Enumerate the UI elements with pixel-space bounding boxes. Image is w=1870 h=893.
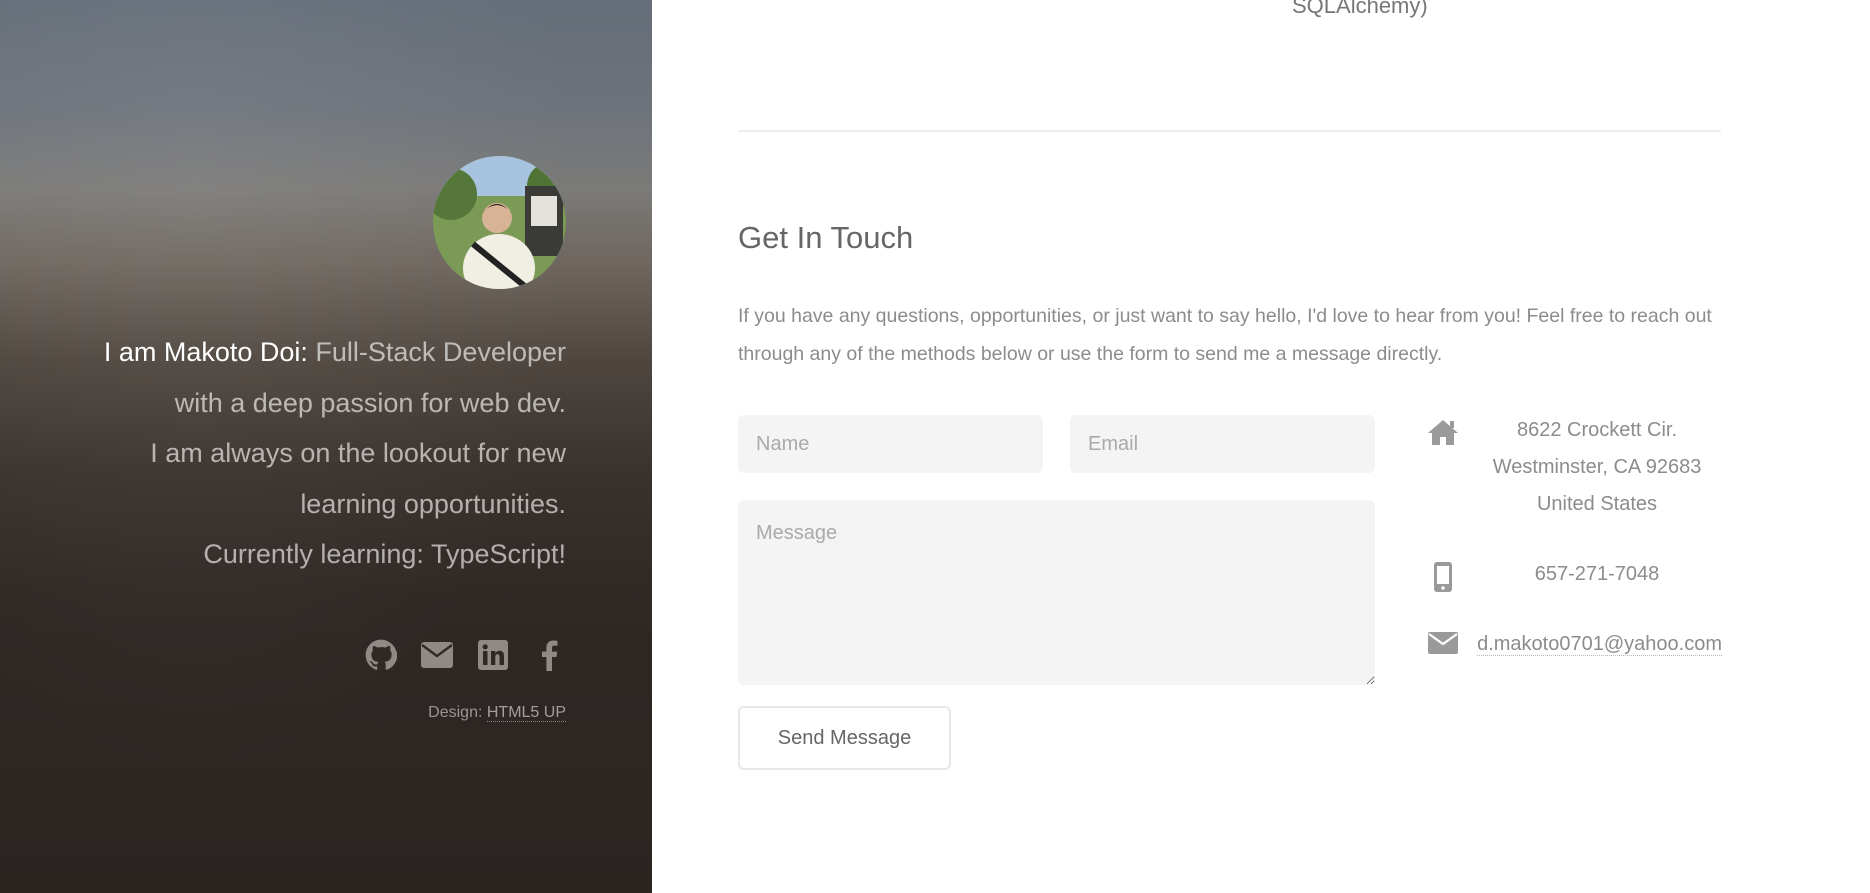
envelope-icon: [1426, 632, 1460, 666]
intro-line: with a deep passion for web dev.: [174, 387, 566, 418]
phone-number: 657-271-7048: [1534, 563, 1660, 585]
linkedin-icon[interactable]: [476, 638, 510, 672]
avatar: [433, 156, 566, 289]
design-credit: Design: HTML5 UP: [428, 704, 566, 722]
section-divider: [738, 130, 1721, 132]
github-icon[interactable]: [364, 638, 398, 672]
intro-role: Full-Stack Developer: [315, 337, 566, 367]
intro-line: Currently learning: TypeScript!: [203, 539, 566, 569]
envelope-icon[interactable]: [420, 638, 454, 672]
intro-text: I am Makoto Doi: Full-Stack Developer wi…: [46, 327, 566, 580]
credit-prefix: Design:: [428, 704, 483, 721]
contact-address: 8622 Crockett Cir. Westminster, CA 92683…: [1426, 418, 1722, 538]
credit-link[interactable]: HTML5 UP: [486, 704, 566, 722]
section-description: If you have any questions, opportunities…: [738, 305, 1712, 365]
mobile-phone-icon: [1426, 562, 1460, 596]
contact-email: d.makoto0701@yahoo.com: [1426, 632, 1722, 672]
message-field[interactable]: [738, 500, 1375, 685]
email-link[interactable]: d.makoto0701@yahoo.com: [1477, 633, 1722, 656]
email-field[interactable]: [1070, 415, 1375, 473]
sidebar: I am Makoto Doi: Full-Stack Developer wi…: [0, 0, 652, 893]
address-line: Westminster, CA 92683: [1492, 456, 1702, 478]
send-message-button[interactable]: Send Message: [738, 706, 951, 770]
name-field[interactable]: [738, 415, 1043, 473]
intro-line: learning opportunities.: [300, 488, 566, 519]
previous-section-tail: SQLAlchemy): [1292, 0, 1428, 18]
address-line: United States: [1536, 493, 1658, 515]
intro-line: I am always on the lookout for new: [150, 438, 566, 468]
social-links: [364, 638, 566, 672]
intro-name: I am Makoto Doi:: [103, 337, 308, 367]
section-title: Get In Touch: [738, 220, 914, 255]
home-icon: [1426, 418, 1460, 452]
facebook-icon[interactable]: [532, 638, 566, 672]
contact-phone: 657-271-7048: [1426, 562, 1722, 602]
address-line: 8622 Crockett Cir.: [1516, 419, 1678, 441]
